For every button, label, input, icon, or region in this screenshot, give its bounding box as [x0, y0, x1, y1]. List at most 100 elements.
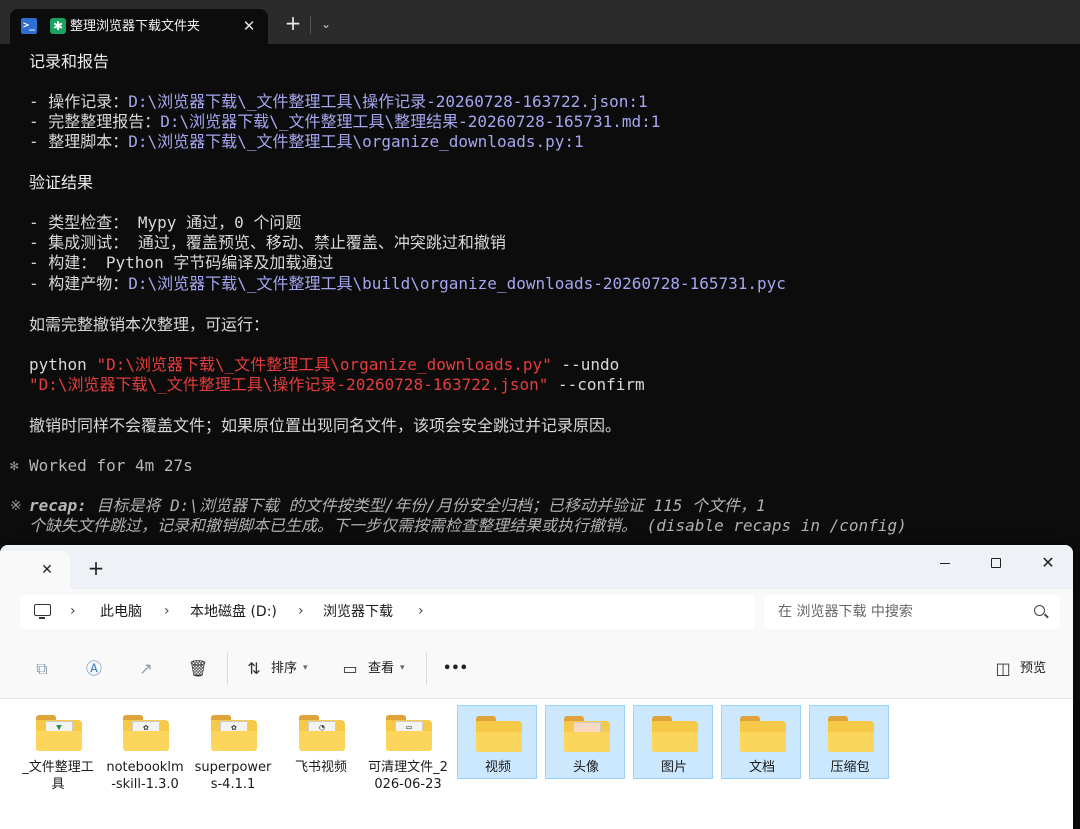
folder-icon: ▭ [386, 715, 432, 751]
folder-icon [564, 716, 610, 752]
terminal-tab-bar: >_ ✱ 整理浏览器下载文件夹 ✕ + ⌄ [0, 0, 1080, 44]
breadcrumb-local-disk[interactable]: 本地磁盘 (D:) [190, 603, 277, 621]
maximize-button[interactable] [973, 547, 1019, 579]
maximize-icon [991, 558, 1001, 568]
chevron-right-icon[interactable]: › [70, 602, 76, 620]
item-label: 压缩包 [830, 760, 870, 775]
folder-item[interactable]: ▭ 可清理文件_2026-06-23 [368, 705, 448, 815]
new-tab-plus-icon[interactable]: + [84, 556, 108, 580]
output-line: 如需完整撤销本次整理，可运行： [29, 315, 270, 334]
folder-item[interactable]: ◔ 飞书视频 [281, 705, 361, 815]
path-link[interactable]: D:\浏览器下载\_文件整理工具\organize_downloads.py:1 [128, 132, 583, 151]
close-tab-icon[interactable]: ✕ [36, 559, 58, 581]
path-link[interactable]: D:\浏览器下载\_文件整理工具\整理结果-20260728-165731.md… [160, 112, 660, 131]
output-line: - 构建： Python 字节码编译及加载通过 [29, 253, 334, 272]
chevron-down-icon[interactable]: ⌄ [316, 14, 336, 34]
folder-item[interactable]: ▼ _文件整理工具 [18, 705, 98, 815]
item-label: 头像 [572, 760, 599, 775]
output-line: - 操作记录：D:\浏览器下载\_文件整理工具\操作记录-20260728-16… [29, 92, 648, 111]
reference-mark-icon: ※ [10, 498, 22, 514]
view-icon[interactable]: ▭ [339, 658, 361, 680]
chevron-right-icon[interactable]: › [418, 602, 424, 620]
terminal-tab-title: 整理浏览器下载文件夹 [70, 19, 201, 34]
folder-icon: ▼ [36, 715, 82, 751]
item-label: 文档 [748, 760, 775, 775]
explorer-tab[interactable]: ✕ [0, 551, 70, 589]
terminal-tab[interactable]: >_ ✱ 整理浏览器下载文件夹 ✕ [10, 9, 268, 44]
folder-icon [740, 716, 786, 752]
more-options-button[interactable]: ••• [443, 660, 468, 678]
sort-button[interactable]: 排序 [271, 660, 297, 678]
folder-item[interactable]: ✿ notebooklm-skill-1.3.0 [105, 705, 185, 815]
view-button[interactable]: 查看 [368, 660, 394, 678]
preview-button[interactable]: 预览 [1020, 660, 1046, 678]
chevron-down-icon[interactable]: ▾ [303, 659, 308, 677]
share-icon[interactable]: ↗ [135, 658, 157, 680]
heading-verification: 验证结果 [29, 173, 94, 192]
command-line: "D:\浏览器下载\_文件整理工具\操作记录-20260728-163722.j… [29, 375, 645, 394]
chevron-down-icon[interactable]: ▾ [400, 659, 405, 677]
item-label: superpowers-4.1.1 [194, 760, 272, 792]
file-list: ▼ _文件整理工具 ✿ notebooklm-skill-1.3.0 ✿ sup… [0, 700, 1073, 829]
sort-icon[interactable]: ⇅ [243, 658, 265, 680]
command-line: python "D:\浏览器下载\_文件整理工具\organize_downlo… [29, 355, 620, 374]
folder-icon [652, 716, 698, 752]
toolbar-separator [227, 653, 228, 685]
item-label: 可清理文件_2026-06-23 [368, 760, 448, 792]
folder-icon [476, 716, 522, 752]
copy-icon[interactable]: ⧉ [31, 658, 53, 680]
folder-icon: ✿ [123, 715, 169, 751]
output-line: - 类型检查： Mypy 通过，0 个问题 [29, 213, 302, 232]
new-tab-plus-icon[interactable]: + [282, 13, 304, 35]
folder-item[interactable]: ✿ superpowers-4.1.1 [193, 705, 273, 815]
search-box[interactable] [764, 595, 1060, 629]
path-link[interactable]: D:\浏览器下载\_文件整理工具\build\organize_download… [128, 274, 786, 293]
minimize-icon [940, 562, 950, 564]
close-window-button[interactable]: ✕ [1025, 547, 1071, 579]
folder-item-selected[interactable]: 视频 [457, 705, 537, 779]
preview-pane-icon[interactable]: ◫ [992, 658, 1014, 680]
path-link[interactable]: D:\浏览器下载\_文件整理工具\操作记录-20260728-163722.js… [128, 92, 647, 111]
monitor-icon [34, 604, 51, 619]
delete-icon[interactable]: 🗑 [187, 658, 209, 680]
file-explorer-window: ✕ + ✕ › 此电脑 › 本地磁盘 (D:) › 浏览器下载 › ⧉ Ⓐ ↗ … [0, 545, 1073, 829]
terminal-window: >_ ✱ 整理浏览器下载文件夹 ✕ + ⌄ 记录和报告 - 操作记录：D:\浏览… [0, 0, 1080, 560]
address-bar[interactable]: › 此电脑 › 本地磁盘 (D:) › 浏览器下载 › [20, 595, 755, 629]
breadcrumb-this-pc[interactable]: 此电脑 [100, 603, 142, 621]
recap-line: recap: 目标是将 D:\浏览器下载 的文件按类型/年份/月份安全归档；已移… [29, 496, 766, 515]
chevron-right-icon[interactable]: › [164, 602, 170, 620]
tab-separator [310, 16, 311, 34]
explorer-title-bar: ✕ + ✕ [0, 545, 1073, 589]
search-input[interactable] [778, 602, 1018, 622]
toolbar-separator [426, 653, 427, 685]
item-label: 飞书视频 [294, 760, 347, 775]
output-line: 撤销时同样不会覆盖文件；如果原位置出现同名文件，该项会安全跳过并记录原因。 [29, 416, 622, 435]
close-tab-icon[interactable]: ✕ [238, 15, 260, 37]
command-bar: ⧉ Ⓐ ↗ 🗑 ⇅ 排序 ▾ ▭ 查看 ▾ ••• ◫ 预览 [0, 641, 1073, 699]
item-label: notebooklm-skill-1.3.0 [106, 760, 184, 792]
rename-icon[interactable]: Ⓐ [83, 658, 105, 680]
terminal-output[interactable]: 记录和报告 - 操作记录：D:\浏览器下载\_文件整理工具\操作记录-20260… [0, 44, 1080, 560]
folder-item-selected[interactable]: 文档 [721, 705, 801, 779]
recap-line: 个缺失文件跳过，记录和撤销脚本已生成。下一步仅需按需检查整理结果或执行撤销。 (… [29, 516, 907, 535]
output-line: - 集成测试： 通过，覆盖预览、移动、禁止覆盖、冲突跳过和撤销 [29, 233, 506, 252]
folder-item-selected[interactable]: 头像 [545, 705, 625, 779]
folder-icon: ◔ [299, 715, 345, 751]
worked-status: Worked for 4m 27s [29, 456, 193, 475]
item-label: 视频 [484, 760, 511, 775]
folder-icon [828, 716, 874, 752]
item-label: 图片 [660, 760, 687, 775]
folder-item-selected[interactable]: 图片 [633, 705, 713, 779]
output-line: - 整理脚本：D:\浏览器下载\_文件整理工具\organize_downloa… [29, 132, 584, 151]
folder-icon: ✿ [211, 715, 257, 751]
spark-icon: ✱ [50, 18, 66, 34]
folder-item-selected[interactable]: 压缩包 [809, 705, 889, 779]
asterisk-icon: ✻ [10, 458, 19, 474]
item-label: _文件整理工具 [22, 760, 94, 792]
address-row: › 此电脑 › 本地磁盘 (D:) › 浏览器下载 › [0, 589, 1073, 641]
breadcrumb-downloads[interactable]: 浏览器下载 [323, 603, 393, 621]
minimize-button[interactable] [922, 547, 968, 579]
heading-records: 记录和报告 [29, 52, 110, 71]
search-icon[interactable] [1034, 605, 1045, 616]
chevron-right-icon[interactable]: › [298, 602, 304, 620]
